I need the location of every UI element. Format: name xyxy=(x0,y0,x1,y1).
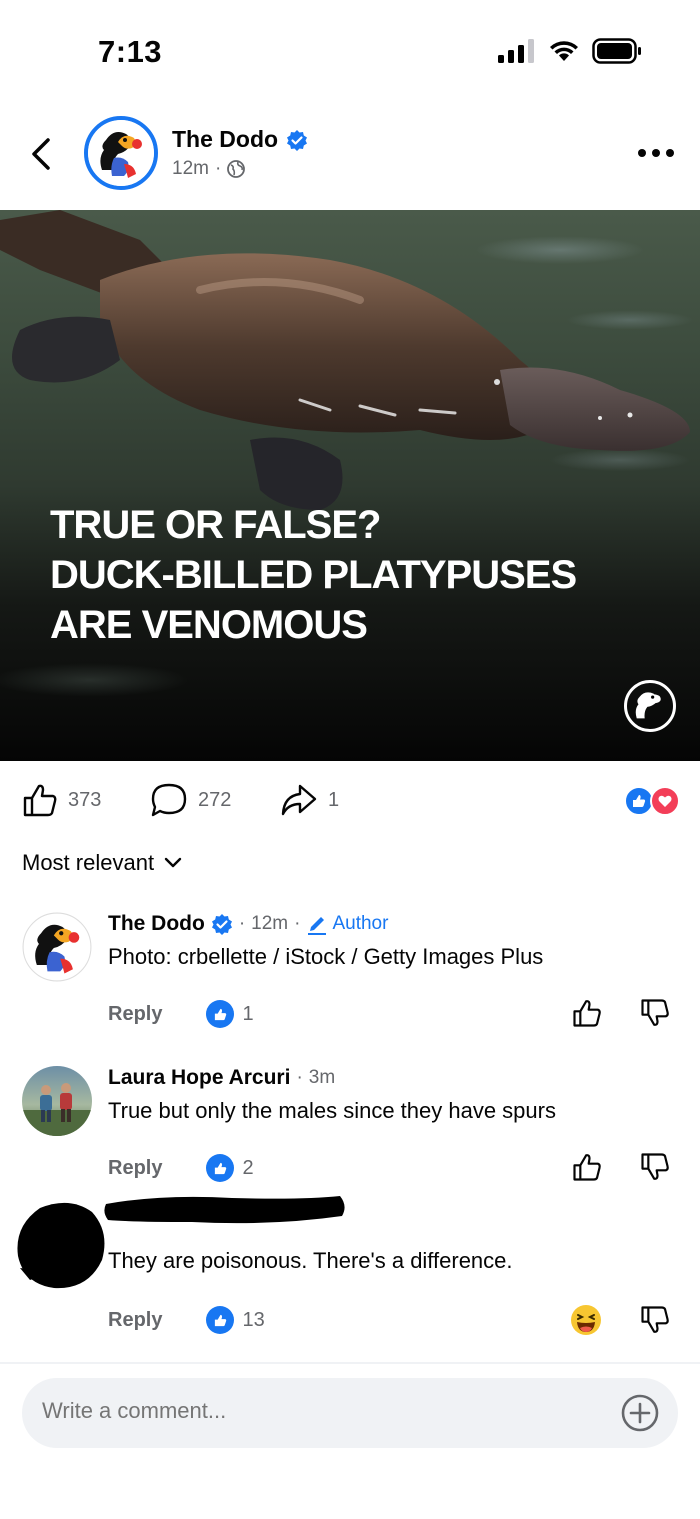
more-options-button[interactable] xyxy=(638,146,674,160)
like-count: 373 xyxy=(68,788,102,811)
comment-header: Laura Hope Arcuri · 3m xyxy=(108,1066,335,1090)
author-label: Author xyxy=(332,913,389,934)
share-arrow-icon xyxy=(281,784,317,816)
comment-item: They are poisonous. There's a difference… xyxy=(0,1196,700,1358)
comment-sort-dropdown[interactable]: Most relevant xyxy=(22,850,182,876)
comment-actions: Reply 2 xyxy=(108,1154,254,1182)
comment-input[interactable] xyxy=(42,1398,582,1424)
page-name-row: The Dodo xyxy=(172,126,308,153)
back-arrow-icon[interactable] xyxy=(24,134,60,174)
thumbs-down-icon[interactable] xyxy=(640,1152,670,1182)
signal-icon xyxy=(498,39,534,63)
dot xyxy=(666,149,674,157)
comment-actions: Reply 13 xyxy=(108,1306,265,1334)
commenter-name[interactable]: The Dodo xyxy=(108,912,205,936)
globe-icon xyxy=(227,160,246,178)
comment-item: The Dodo · 12m · Author Photo: crbellett… xyxy=(0,912,700,1052)
comment-vote-buttons xyxy=(572,1152,670,1182)
comment-like-count: 13 xyxy=(242,1308,265,1331)
overlay-line-2: DUCK-BILLED PLATYPUSES xyxy=(50,553,577,597)
laughing-emoji-icon[interactable] xyxy=(570,1304,602,1336)
comment-like-count: 1 xyxy=(242,1002,254,1025)
comment-time: 12m xyxy=(251,913,289,934)
thumbs-up-icon[interactable] xyxy=(572,1152,602,1182)
comment-reactions[interactable]: 1 xyxy=(206,1000,254,1028)
commenter-avatar[interactable] xyxy=(22,912,92,982)
status-icons xyxy=(498,38,642,64)
reaction-summary[interactable] xyxy=(624,786,680,816)
thumbs-down-icon[interactable] xyxy=(640,1305,670,1335)
comment-count: 272 xyxy=(198,788,232,811)
verified-badge-icon xyxy=(287,129,308,151)
dodo-watermark-icon xyxy=(624,680,676,732)
comment-text: Photo: crbellette / iStock / Getty Image… xyxy=(108,944,544,969)
reply-button[interactable]: Reply xyxy=(108,1309,162,1332)
image-overlay-text: TRUE OR FALSE? DUCK-BILLED PLATYPUSES AR… xyxy=(50,500,650,650)
comment-action[interactable]: 272 xyxy=(150,782,231,818)
like-action[interactable]: 373 xyxy=(22,782,101,818)
page-name[interactable]: The Dodo xyxy=(172,126,278,153)
comment-text: They are poisonous. There's a difference… xyxy=(108,1248,513,1273)
meta-separator: · xyxy=(238,913,246,934)
add-plus-icon[interactable] xyxy=(620,1393,660,1433)
overlay-line-1: TRUE OR FALSE? xyxy=(50,503,381,547)
action-bar: 373 272 1 xyxy=(0,770,700,834)
platypus-illustration xyxy=(0,210,690,510)
thumbs-up-icon[interactable] xyxy=(572,998,602,1028)
reply-button[interactable]: Reply xyxy=(108,1157,162,1180)
meta-separator: · xyxy=(214,158,222,179)
like-reaction-icon xyxy=(206,1154,235,1182)
post-header: The Dodo 12m · xyxy=(0,112,700,202)
meta-separator: · xyxy=(296,1067,303,1088)
post-image[interactable]: TRUE OR FALSE? DUCK-BILLED PLATYPUSES AR… xyxy=(0,210,700,761)
sort-label: Most relevant xyxy=(22,850,155,875)
like-outline-icon xyxy=(23,784,57,817)
author-badge: Author xyxy=(306,913,388,935)
comment-item: Laura Hope Arcuri · 3m True but only the… xyxy=(0,1066,700,1206)
reply-button[interactable]: Reply xyxy=(108,1003,162,1026)
comment-bubble-icon xyxy=(151,783,187,817)
like-reaction-icon xyxy=(206,1306,235,1334)
commenter-name[interactable]: Laura Hope Arcuri xyxy=(108,1066,290,1090)
comment-header: The Dodo · 12m · Author xyxy=(108,912,388,936)
chevron-down-icon xyxy=(164,857,182,868)
thumbs-down-icon[interactable] xyxy=(640,998,670,1028)
verified-badge-icon xyxy=(211,914,232,935)
comment-time: 3m xyxy=(308,1067,336,1088)
love-reaction-icon xyxy=(650,786,680,816)
comment-composer[interactable] xyxy=(22,1378,678,1448)
share-count: 1 xyxy=(328,788,340,811)
composer-divider xyxy=(0,1362,700,1364)
comment-vote-buttons xyxy=(572,998,670,1028)
dot xyxy=(638,149,646,157)
battery-icon xyxy=(592,38,641,64)
like-reaction-icon xyxy=(206,1000,235,1028)
dot xyxy=(652,149,660,157)
comment-like-count: 2 xyxy=(242,1156,254,1179)
comment-actions: Reply 1 xyxy=(108,1000,254,1028)
status-bar: 7:13 xyxy=(0,0,700,100)
commenter-avatar[interactable] xyxy=(22,1066,92,1136)
profile-photo xyxy=(22,1083,92,1136)
redacted-name xyxy=(104,1196,345,1224)
comment-text: True but only the males since they have … xyxy=(108,1098,556,1123)
dodo-logo-icon xyxy=(22,912,92,982)
post-time: 12m xyxy=(172,158,209,179)
overlay-line-3: ARE VENOMOUS xyxy=(50,603,368,647)
dodo-logo-icon xyxy=(88,120,154,186)
status-time: 7:13 xyxy=(98,34,163,69)
comment-reactions[interactable]: 13 xyxy=(206,1306,265,1334)
share-action[interactable]: 1 xyxy=(280,782,339,818)
comment-reactions[interactable]: 2 xyxy=(206,1154,254,1182)
pencil-icon xyxy=(308,917,327,935)
comment-vote-buttons xyxy=(570,1304,670,1336)
wifi-icon xyxy=(550,41,578,61)
page-avatar[interactable] xyxy=(84,116,158,190)
post-meta: 12m · xyxy=(172,158,246,180)
meta-separator: · xyxy=(294,913,301,934)
